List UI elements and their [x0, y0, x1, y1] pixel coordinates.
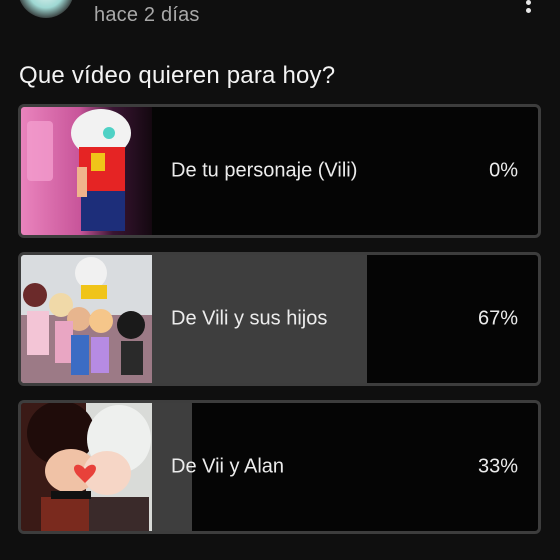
community-post: hace 2 días Que vídeo quieren para hoy?: [0, 0, 560, 560]
thumbnail-art: [21, 107, 152, 235]
poll-option-2[interactable]: De Vili y sus hijos 67%: [18, 252, 541, 386]
poll-option-1[interactable]: De tu personaje (Vili) 0%: [18, 104, 541, 238]
poll-option-thumbnail: [21, 107, 152, 235]
poll-options: De tu personaje (Vili) 0% De Vili y sus …: [18, 104, 541, 548]
poll-option-percent: 67%: [477, 307, 518, 330]
poll-option-thumbnail: [21, 403, 152, 531]
post-timestamp: hace 2 días: [94, 4, 200, 26]
poll-option-percent: 0%: [489, 159, 518, 182]
post-header: hace 2 días: [0, 0, 560, 40]
poll-option-percent: 33%: [477, 455, 518, 478]
poll-option-label: De Vii y Alan: [171, 455, 285, 478]
thumbnail-art: [21, 403, 152, 531]
poll-option-label: De Vili y sus hijos: [171, 307, 328, 330]
poll-option-thumbnail: [21, 255, 152, 383]
poll-option-3[interactable]: De Vii y Alan 33%: [18, 400, 541, 534]
more-vert-icon[interactable]: [524, 0, 532, 14]
channel-avatar[interactable]: [18, 0, 74, 18]
thumbnail-art: [21, 255, 152, 383]
poll-option-label: De tu personaje (Vili): [171, 159, 358, 182]
poll-question: Que vídeo quieren para hoy?: [19, 62, 336, 89]
